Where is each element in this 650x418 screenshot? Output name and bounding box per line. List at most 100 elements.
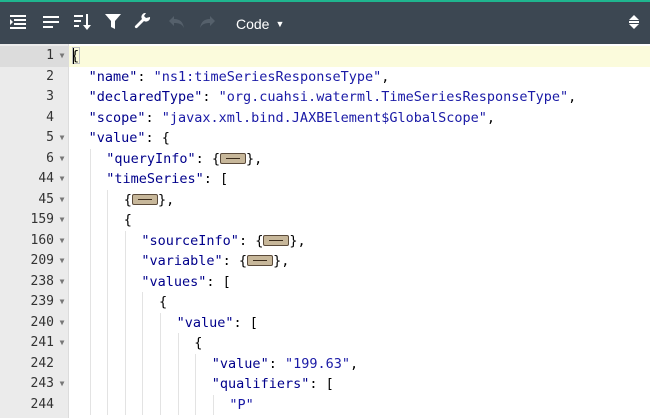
code-line[interactable]: 3 "declaredType": "org.cuahsi.waterml.Tim… <box>0 87 650 108</box>
code-line[interactable]: 209 ▼ "variable": {}, <box>0 251 650 272</box>
json-punctuation: : { <box>145 130 170 146</box>
json-punctuation: : <box>268 355 285 372</box>
json-punctuation: , <box>381 68 390 85</box>
json-punctuation: : { <box>222 253 248 269</box>
json-key: "queryInfo" <box>106 150 196 167</box>
sort-icon[interactable] <box>72 11 94 33</box>
code-text: "name": "ns1:timeSeriesResponseType", <box>89 67 390 88</box>
json-string: "ns1:timeSeriesResponseType" <box>153 68 382 85</box>
fold-toggle-icon[interactable]: ▼ <box>57 313 67 334</box>
code-text: { <box>124 210 132 231</box>
fold-toggle-icon[interactable]: ▼ <box>57 46 67 67</box>
undo-icon[interactable] <box>166 11 188 33</box>
code-text: "qualifiers": [ <box>212 374 334 395</box>
line-number: 44 <box>38 171 54 186</box>
collapsed-block-icon[interactable] <box>219 152 246 164</box>
redo-icon[interactable] <box>196 11 218 33</box>
json-punctuation: , <box>350 355 359 372</box>
code-line[interactable]: 159 ▼ { <box>0 210 650 231</box>
line-number: 2 <box>46 68 54 84</box>
code-line[interactable]: 6 ▼ "queryInfo": {}, <box>0 149 650 170</box>
mode-selector[interactable]: Code ▼ <box>236 14 284 34</box>
code-text: { <box>194 333 202 354</box>
json-key: "variable" <box>141 253 223 269</box>
json-punctuation: : [ <box>206 273 231 290</box>
fold-toggle-icon[interactable]: ▼ <box>57 272 67 293</box>
fold-toggle-icon[interactable]: ▼ <box>57 292 67 313</box>
code-line[interactable]: 160 ▼ "sourceInfo": {}, <box>0 231 650 252</box>
code-text: "queryInfo": {}, <box>106 149 262 170</box>
code-line[interactable]: 238 ▼ "values": [ <box>0 272 650 293</box>
line-number: 241 <box>30 335 54 350</box>
code-text: {}, <box>124 190 174 211</box>
fold-toggle-icon[interactable]: ▼ <box>57 374 67 395</box>
code-line[interactable]: 244 "P" <box>0 395 650 416</box>
code-line[interactable]: 242 "value": "199.63", <box>0 354 650 375</box>
code-text: "value": "199.63", <box>212 354 358 375</box>
json-punctuation: }, <box>157 191 175 208</box>
line-number: 5 <box>46 130 54 145</box>
code-line[interactable]: 241 ▼ { <box>0 333 650 354</box>
line-number: 243 <box>30 376 54 391</box>
line-number: 159 <box>30 212 54 227</box>
code-line[interactable]: 240 ▼ "value": [ <box>0 313 650 334</box>
json-punctuation: }, <box>273 253 290 269</box>
json-punctuation: { <box>159 294 168 310</box>
line-number: 242 <box>30 355 54 371</box>
json-key: "values" <box>141 273 207 290</box>
code-text: "declaredType": "org.cuahsi.waterml.Time… <box>89 87 577 108</box>
fullscreen-icon[interactable] <box>624 11 644 33</box>
code-line[interactable]: 1 ▼{ <box>0 46 650 67</box>
json-punctuation: : [ <box>203 171 229 187</box>
code-text: "value": { <box>89 128 170 149</box>
line-number: 239 <box>30 294 54 309</box>
json-key: "value" <box>211 355 269 372</box>
json-punctuation: : { <box>195 150 220 167</box>
code-line[interactable]: 239 ▼ { <box>0 292 650 313</box>
json-punctuation: { <box>194 335 203 351</box>
fold-toggle-icon[interactable]: ▼ <box>57 128 67 149</box>
json-key: "value" <box>88 130 146 146</box>
fold-toggle-icon[interactable]: ▼ <box>57 251 67 272</box>
line-number: 244 <box>30 396 54 412</box>
collapsed-block-icon[interactable] <box>263 234 290 246</box>
line-number: 209 <box>30 253 54 268</box>
collapsed-block-icon[interactable] <box>131 193 158 205</box>
line-number: 6 <box>46 150 54 166</box>
json-punctuation: : [ <box>233 314 258 331</box>
json-punctuation: : <box>145 109 162 126</box>
code-editor[interactable]: 1 ▼{2 "name": "ns1:timeSeriesResponseType"… <box>0 44 650 418</box>
repair-icon[interactable] <box>132 11 154 33</box>
json-punctuation: : <box>137 68 154 85</box>
code-line[interactable]: 45 ▼ {}, <box>0 190 650 211</box>
json-key: "sourceInfo" <box>141 232 239 249</box>
fold-toggle-icon[interactable]: ▼ <box>57 149 67 170</box>
fold-toggle-icon[interactable]: ▼ <box>57 169 67 190</box>
code-text: "variable": {}, <box>141 251 289 272</box>
line-number: 3 <box>46 89 54 104</box>
fold-toggle-icon[interactable]: ▼ <box>57 333 67 354</box>
code-line[interactable]: 4 "scope": "javax.xml.bind.JAXBElement$Gl… <box>0 108 650 129</box>
fold-toggle-icon[interactable]: ▼ <box>57 210 67 231</box>
json-key: "name" <box>88 68 138 85</box>
json-punctuation: }, <box>245 150 263 167</box>
fold-toggle-icon[interactable]: ▼ <box>57 190 67 211</box>
code-line[interactable]: 44 ▼ "timeSeries": [ <box>0 169 650 190</box>
fold-toggle-icon[interactable]: ▼ <box>57 231 67 252</box>
code-text: "P" <box>229 395 253 416</box>
filter-icon[interactable] <box>102 11 124 33</box>
line-number: 240 <box>30 314 54 330</box>
code-text: "timeSeries": [ <box>106 169 228 190</box>
mode-label: Code <box>236 16 270 32</box>
code-line[interactable]: 2 "name": "ns1:timeSeriesResponseType", <box>0 67 650 88</box>
compact-icon[interactable] <box>41 11 63 33</box>
json-punctuation: , <box>568 89 577 105</box>
collapsed-block-icon[interactable] <box>247 255 274 266</box>
line-number: 1 <box>46 48 54 63</box>
json-punctuation: : <box>202 89 219 105</box>
code-text: "value": [ <box>177 313 258 334</box>
code-line[interactable]: 243 ▼ "qualifiers": [ <box>0 374 650 395</box>
code-line[interactable]: 5 ▼ "value": { <box>0 128 650 149</box>
toolbar: Code ▼ <box>0 0 650 44</box>
format-icon[interactable] <box>8 11 30 33</box>
